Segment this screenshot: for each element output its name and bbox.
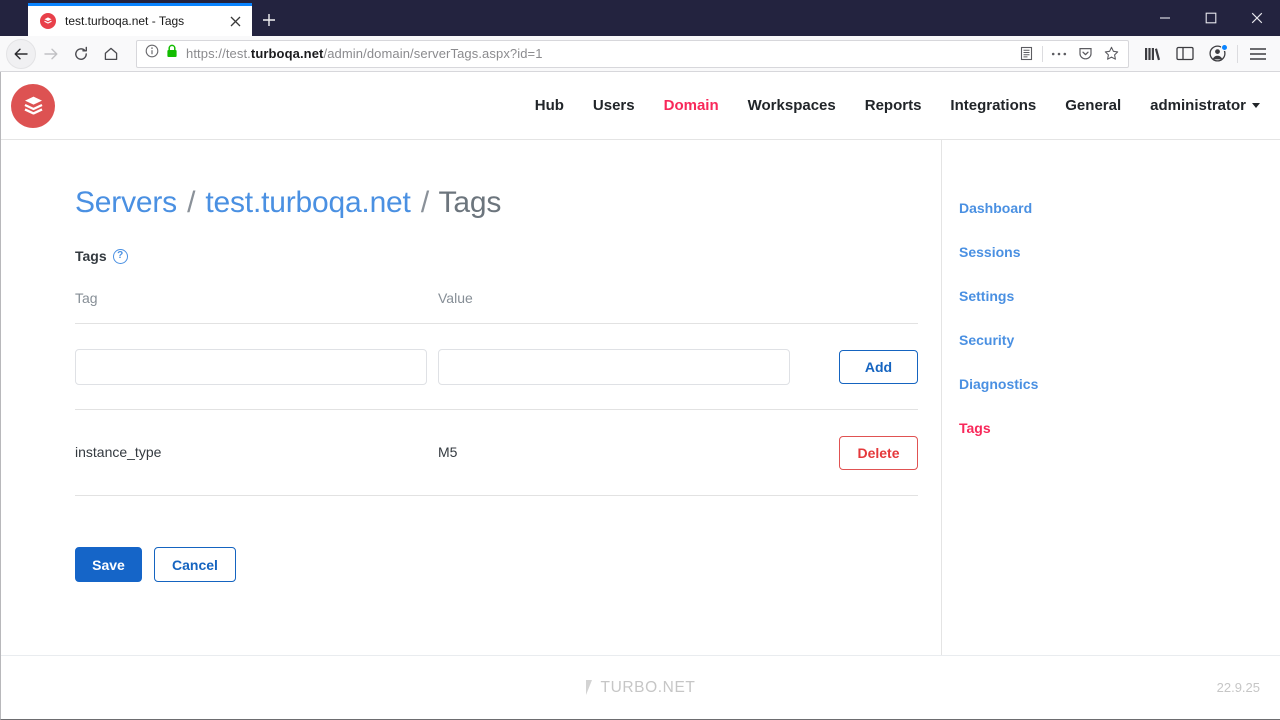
save-button[interactable]: Save — [75, 547, 142, 582]
nav-item-domain[interactable]: Domain — [664, 97, 719, 114]
star-icon[interactable] — [1098, 41, 1124, 67]
sidebar-item-sessions[interactable]: Sessions — [959, 230, 1280, 274]
sidebar-item-tags[interactable]: Tags — [959, 406, 1280, 450]
new-tag-value-input[interactable] — [438, 348, 790, 385]
turbo-stack-logo-icon[interactable] — [11, 83, 55, 128]
maximize-button[interactable] — [1188, 0, 1234, 36]
column-header-tag: Tag — [75, 290, 98, 306]
breadcrumb-separator: / — [187, 186, 196, 219]
browser-window: test.turboqa.net - Tags https://test.tur… — [0, 0, 1280, 720]
section-title: Tags ? — [75, 248, 941, 264]
add-button[interactable]: Add — [839, 349, 918, 384]
divider — [1042, 45, 1043, 62]
turbo-logo-icon — [40, 13, 56, 29]
page-body: Servers / test.turboqa.net / Tags Tags ?… — [1, 140, 1280, 655]
close-icon[interactable] — [226, 12, 244, 30]
page-footer: TURBO.NET 22.9.25 — [1, 655, 1280, 719]
browser-tab[interactable]: test.turboqa.net - Tags — [28, 3, 252, 36]
address-bar-actions — [1013, 41, 1124, 67]
form-actions: Save Cancel — [75, 547, 941, 582]
table-header-row: Tag Value — [75, 290, 918, 324]
reader-view-icon[interactable] — [1013, 41, 1039, 67]
caret-down-icon — [1252, 103, 1260, 108]
back-arrow-icon[interactable] — [6, 38, 36, 69]
nav-item-users[interactable]: Users — [593, 97, 635, 114]
breadcrumb-current: Tags — [438, 186, 502, 219]
browser-title-bar: test.turboqa.net - Tags — [0, 0, 1280, 36]
sidebar-item-security[interactable]: Security — [959, 318, 1280, 362]
column-header-value: Value — [438, 290, 473, 306]
nav-item-hub[interactable]: Hub — [535, 97, 564, 114]
url-suffix: /admin/domain/serverTags.aspx?id=1 — [323, 46, 543, 61]
footer-brand: TURBO.NET — [1, 679, 1280, 697]
app-header: Hub Users Domain Workspaces Reports Inte… — [1, 72, 1280, 140]
minimize-button[interactable] — [1142, 0, 1188, 36]
footer-brand-name: TURBO.NET — [600, 678, 696, 696]
new-tag-input[interactable] — [75, 348, 427, 385]
close-window-button[interactable] — [1234, 0, 1280, 36]
sidebar-panel-icon[interactable] — [1169, 39, 1201, 69]
ellipsis-icon[interactable] — [1046, 41, 1072, 67]
site-identity[interactable] — [145, 44, 178, 63]
browser-toolbar: https://test.turboqa.net/admin/domain/se… — [0, 36, 1280, 72]
url-prefix: https://test. — [186, 46, 251, 61]
padlock-icon[interactable] — [166, 44, 178, 63]
question-mark-icon[interactable]: ? — [112, 248, 128, 264]
delete-button[interactable]: Delete — [839, 435, 918, 470]
nav-item-workspaces[interactable]: Workspaces — [748, 97, 836, 114]
sidebar-item-dashboard[interactable]: Dashboard — [959, 186, 1280, 230]
new-tab-button[interactable] — [252, 3, 286, 36]
section-title-text: Tags — [75, 248, 107, 264]
url-domain: turboqa.net — [250, 46, 324, 61]
breadcrumb-servers-link[interactable]: Servers — [75, 186, 177, 219]
nav-item-integrations[interactable]: Integrations — [950, 97, 1036, 114]
nav-item-general[interactable]: General — [1065, 97, 1121, 114]
user-menu-label: administrator — [1150, 97, 1246, 114]
page-info-icon[interactable] — [145, 44, 159, 63]
tab-title: test.turboqa.net - Tags — [65, 14, 185, 28]
breadcrumb: Servers / test.turboqa.net / Tags — [75, 186, 941, 220]
library-books-icon[interactable] — [1137, 39, 1169, 69]
sidebar-item-diagnostics[interactable]: Diagnostics — [959, 362, 1280, 406]
window-controls — [1142, 0, 1280, 36]
account-avatar-icon[interactable] — [1201, 39, 1233, 69]
table-new-tag-row: Add — [75, 324, 918, 410]
main-navigation: Hub Users Domain Workspaces Reports Inte… — [535, 97, 1260, 114]
breadcrumb-separator-2: / — [420, 186, 429, 219]
cancel-button[interactable]: Cancel — [154, 547, 236, 582]
turbo-slash-icon — [585, 680, 592, 695]
tag-name-cell: instance_type — [75, 443, 162, 460]
tab-strip: test.turboqa.net - Tags — [0, 0, 286, 36]
address-bar[interactable]: https://test.turboqa.net/admin/domain/se… — [136, 39, 1129, 68]
reload-icon[interactable] — [66, 39, 96, 69]
footer-version: 22.9.25 — [1216, 680, 1260, 695]
main-content: Servers / test.turboqa.net / Tags Tags ?… — [1, 140, 941, 655]
page-viewport: Hub Users Domain Workspaces Reports Inte… — [0, 72, 1280, 720]
tag-value-cell: M5 — [438, 443, 458, 460]
notification-badge — [1221, 43, 1228, 51]
pocket-shield-icon[interactable] — [1072, 41, 1098, 67]
sidebar-item-settings[interactable]: Settings — [959, 274, 1280, 318]
url-text: https://test.turboqa.net/admin/domain/se… — [186, 46, 1013, 61]
tags-table: Tag Value Add instance_type M5 Delete — [75, 290, 918, 496]
divider — [1237, 44, 1238, 63]
table-row: instance_type M5 Delete — [75, 410, 918, 496]
user-menu[interactable]: administrator — [1150, 97, 1260, 114]
forward-arrow-icon — [36, 39, 66, 69]
browser-toolbar-right — [1137, 39, 1274, 69]
sidebar-navigation: Dashboard Sessions Settings Security Dia… — [941, 140, 1280, 655]
nav-item-reports[interactable]: Reports — [865, 97, 922, 114]
breadcrumb-server-link[interactable]: test.turboqa.net — [205, 186, 410, 219]
hamburger-menu-icon[interactable] — [1242, 39, 1274, 69]
home-icon[interactable] — [96, 39, 126, 69]
